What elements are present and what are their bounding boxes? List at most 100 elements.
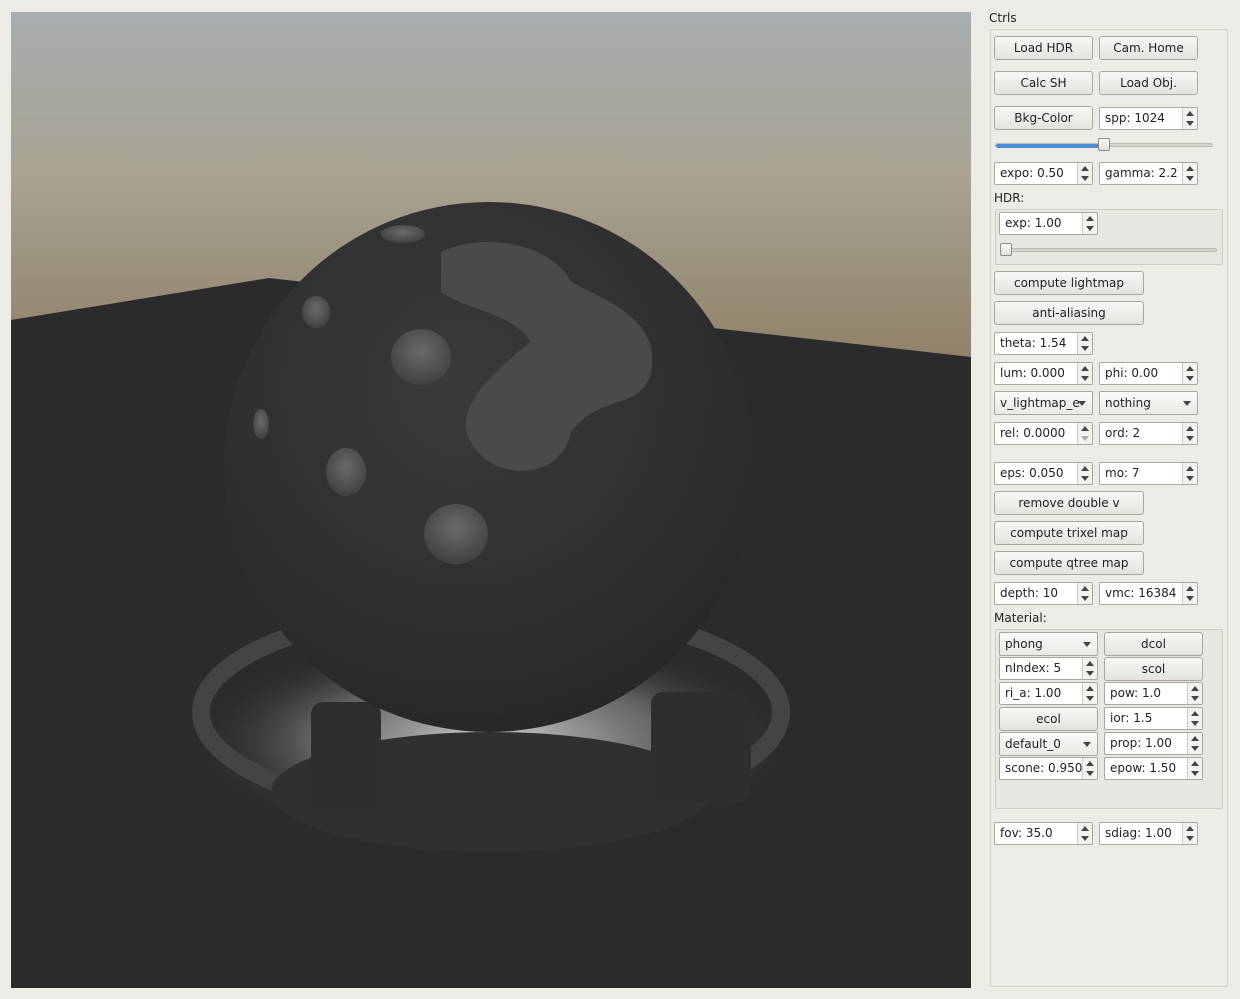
spin-arrows-icon[interactable]	[1082, 213, 1097, 234]
hdr-exp-slider[interactable]	[1001, 248, 1217, 252]
rel-value: rel: 0.0000	[1000, 426, 1066, 440]
phi-value: phi: 0.00	[1105, 366, 1159, 380]
spin-arrows-icon[interactable]	[1077, 423, 1092, 444]
anti-aliasing-button[interactable]: anti-aliasing	[994, 301, 1144, 325]
compute-qtree-map-button[interactable]: compute qtree map	[994, 551, 1144, 575]
lightmap-mode-select[interactable]: v_lightmap_e	[994, 391, 1093, 415]
compute-trixel-map-button[interactable]: compute trixel map	[994, 521, 1144, 545]
eps-spinbox[interactable]: eps: 0.050	[994, 462, 1093, 485]
spin-arrows-icon[interactable]	[1187, 758, 1202, 779]
spin-arrows-icon[interactable]	[1182, 423, 1197, 444]
calc-sh-button[interactable]: Calc SH	[994, 71, 1093, 95]
nindex-spinbox[interactable]: nIndex: 5	[999, 657, 1098, 680]
ri-a-value: ri_a: 1.00	[1005, 686, 1062, 700]
spin-arrows-icon[interactable]	[1077, 363, 1092, 384]
spin-arrows-icon[interactable]	[1077, 823, 1092, 844]
spin-arrows-icon[interactable]	[1187, 733, 1202, 754]
spin-arrows-icon[interactable]	[1182, 108, 1197, 129]
spin-arrows-icon[interactable]	[1077, 463, 1092, 484]
scone-spinbox[interactable]: scone: 0.950	[999, 757, 1098, 780]
scol-button[interactable]: scol	[1104, 657, 1203, 681]
spin-arrows-icon[interactable]	[1182, 363, 1197, 384]
spin-arrows-icon[interactable]	[1082, 758, 1097, 779]
mo-spinbox[interactable]: mo: 7	[1099, 462, 1198, 485]
spp-slider-fill	[996, 144, 1104, 148]
spin-arrows-icon[interactable]	[1187, 683, 1202, 704]
spp-spinbox[interactable]: spp: 1024	[1099, 107, 1198, 130]
mo-value: mo: 7	[1105, 466, 1140, 480]
chevron-down-icon	[1183, 401, 1191, 406]
dcol-button[interactable]: dcol	[1104, 632, 1203, 656]
cam-home-button[interactable]: Cam. Home	[1099, 36, 1198, 60]
chevron-down-icon	[1078, 401, 1086, 406]
theta-spinbox[interactable]: theta: 1.54	[994, 332, 1093, 355]
hdr-group-label: HDR:	[994, 191, 1025, 205]
prop-value: prop: 1.00	[1110, 736, 1172, 750]
chevron-down-icon	[1083, 642, 1091, 647]
hdr-exp-spinbox[interactable]: exp: 1.00	[999, 212, 1098, 235]
bkg-color-button[interactable]: Bkg-Color	[994, 106, 1093, 130]
spp-value: spp: 1024	[1105, 111, 1165, 125]
load-hdr-button[interactable]: Load HDR	[994, 36, 1093, 60]
ior-value: ior: 1.5	[1110, 711, 1153, 725]
spp-slider-handle[interactable]	[1098, 138, 1110, 151]
sdiag-value: sdiag: 1.00	[1105, 826, 1172, 840]
spin-arrows-icon[interactable]	[1082, 683, 1097, 704]
eps-value: eps: 0.050	[1000, 466, 1064, 480]
vmc-spinbox[interactable]: vmc: 16384	[1099, 582, 1198, 605]
depth-value: depth: 10	[1000, 586, 1059, 600]
render-viewport[interactable]	[11, 12, 971, 988]
spin-arrows-icon[interactable]	[1082, 658, 1097, 679]
lum-spinbox[interactable]: lum: 0.000	[994, 362, 1093, 385]
spin-arrows-icon[interactable]	[1077, 583, 1092, 604]
gamma-value: gamma: 2.2	[1105, 166, 1178, 180]
nindex-value: nIndex: 5	[1005, 661, 1062, 675]
ord-value: ord: 2	[1105, 426, 1141, 440]
material-preset-select[interactable]: default_0	[999, 732, 1098, 756]
shader-value: phong	[1005, 637, 1043, 651]
spin-arrows-icon[interactable]	[1077, 333, 1092, 354]
expo-spinbox[interactable]: expo: 0.50	[994, 162, 1093, 185]
load-obj-button[interactable]: Load Obj.	[1099, 71, 1198, 95]
ri-a-spinbox[interactable]: ri_a: 1.00	[999, 682, 1098, 705]
depth-spinbox[interactable]: depth: 10	[994, 582, 1093, 605]
panel-title: Ctrls	[989, 11, 1017, 25]
spin-arrows-icon[interactable]	[1182, 583, 1197, 604]
epow-spinbox[interactable]: epow: 1.50	[1104, 757, 1203, 780]
spin-arrows-icon[interactable]	[1182, 463, 1197, 484]
material-group-label: Material:	[994, 611, 1047, 625]
rendered-scene	[11, 12, 971, 988]
sdiag-spinbox[interactable]: sdiag: 1.00	[1099, 822, 1198, 845]
gamma-spinbox[interactable]: gamma: 2.2	[1099, 162, 1198, 185]
fov-spinbox[interactable]: fov: 35.0	[994, 822, 1093, 845]
scone-value: scone: 0.950	[1005, 761, 1083, 775]
epow-value: epow: 1.50	[1110, 761, 1177, 775]
fov-value: fov: 35.0	[1000, 826, 1053, 840]
shader-select[interactable]: phong	[999, 632, 1098, 656]
material-preset-value: default_0	[1005, 737, 1061, 751]
chevron-down-icon	[1083, 742, 1091, 747]
theta-value: theta: 1.54	[1000, 336, 1067, 350]
spin-arrows-icon[interactable]	[1187, 708, 1202, 729]
pow-spinbox[interactable]: pow: 1.0	[1104, 682, 1203, 705]
secondary-mode-select[interactable]: nothing	[1099, 391, 1198, 415]
prop-spinbox[interactable]: prop: 1.00	[1104, 732, 1203, 755]
compute-lightmap-button[interactable]: compute lightmap	[994, 271, 1144, 295]
rel-spinbox[interactable]: rel: 0.0000	[994, 422, 1093, 445]
expo-value: expo: 0.50	[1000, 166, 1064, 180]
secondary-mode-value: nothing	[1105, 396, 1151, 410]
vmc-value: vmc: 16384	[1105, 586, 1177, 600]
lum-value: lum: 0.000	[1000, 366, 1065, 380]
ord-spinbox[interactable]: ord: 2	[1099, 422, 1198, 445]
hdr-exp-value: exp: 1.00	[1005, 216, 1062, 230]
spin-arrows-icon[interactable]	[1077, 163, 1092, 184]
remove-double-v-button[interactable]: remove double v	[994, 491, 1144, 515]
spin-arrows-icon[interactable]	[1182, 823, 1197, 844]
hdr-exp-slider-handle[interactable]	[1000, 243, 1012, 256]
lightmap-mode-value: v_lightmap_e	[1000, 396, 1080, 410]
ior-spinbox[interactable]: ior: 1.5	[1104, 707, 1203, 730]
ecol-button[interactable]: ecol	[999, 707, 1098, 731]
phi-spinbox[interactable]: phi: 0.00	[1099, 362, 1198, 385]
spin-arrows-icon[interactable]	[1182, 163, 1197, 184]
pow-value: pow: 1.0	[1110, 686, 1162, 700]
